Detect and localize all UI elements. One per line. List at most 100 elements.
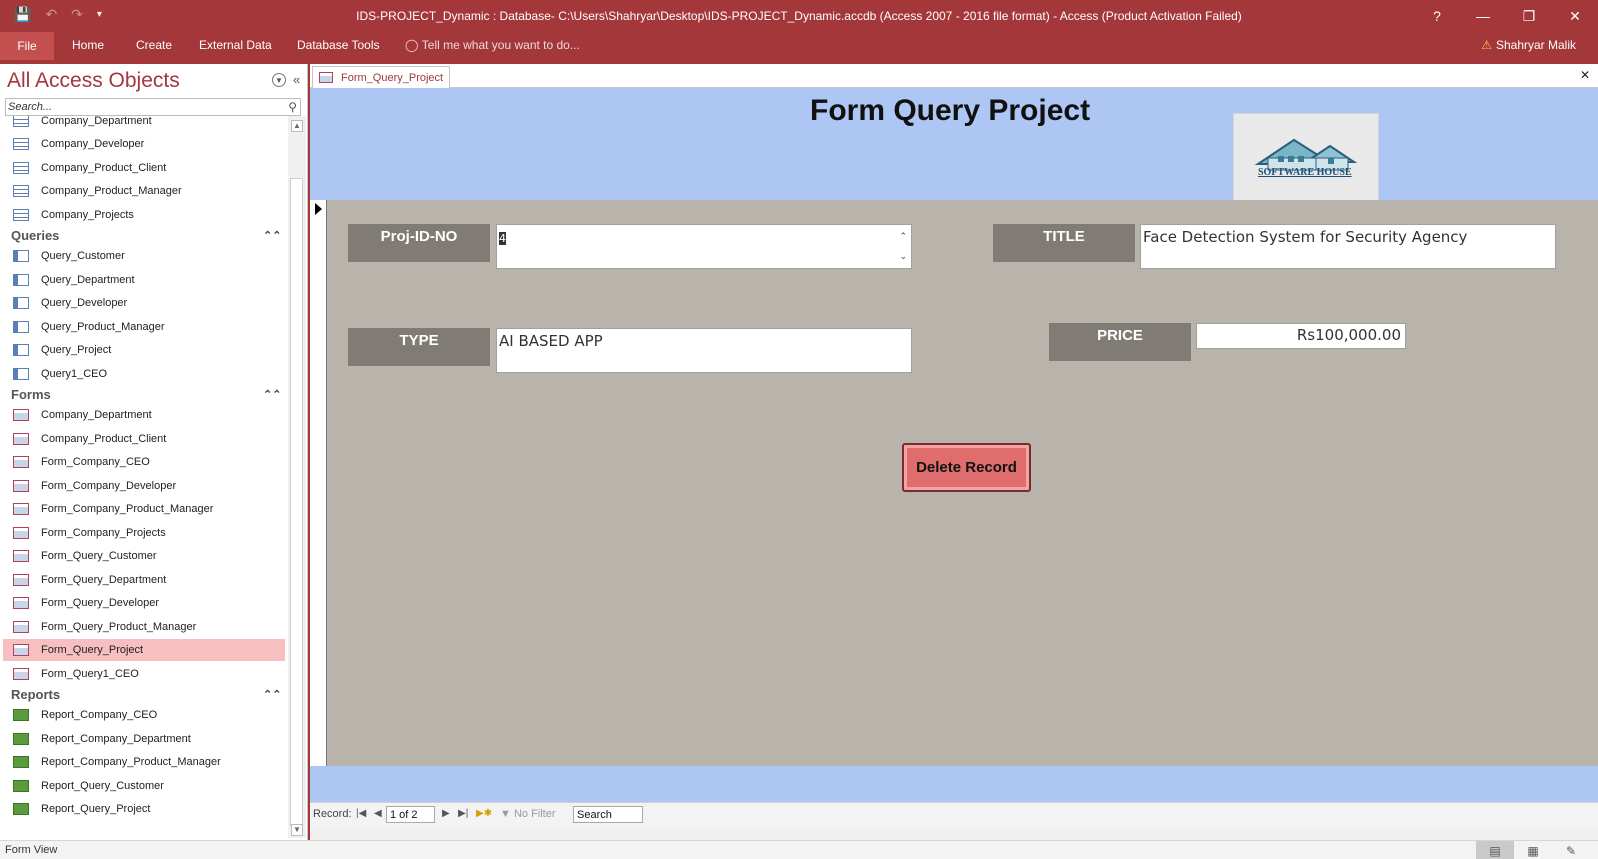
collapse-group-icon[interactable]: ⌃⌃ (263, 229, 281, 242)
nav-item-label: Form_Query_Department (41, 574, 167, 586)
price-field[interactable]: Rs100,000.00 (1196, 323, 1406, 349)
last-record-icon[interactable]: ▶| (458, 808, 468, 819)
collapse-group-icon[interactable]: ⌃⌃ (263, 688, 281, 701)
first-record-icon[interactable]: |◀ (356, 808, 366, 819)
nav-item-table[interactable]: Company_Product_Manager (3, 180, 285, 202)
layout-view-icon[interactable]: ▦ (1514, 841, 1552, 859)
nav-item-table[interactable]: Company_Product_Client (3, 157, 285, 179)
form-icon (13, 621, 29, 633)
scroll-down-icon[interactable]: ▼ (291, 824, 303, 836)
collapse-group-icon[interactable]: ⌃⌃ (263, 388, 281, 401)
form-icon (13, 668, 29, 680)
no-filter-label: No Filter (513, 808, 556, 820)
nav-item-report[interactable]: Report_Query_Customer (3, 775, 285, 797)
tab-database-tools[interactable]: Database Tools (297, 38, 380, 52)
nav-item-report[interactable]: Report_Company_CEO (3, 704, 285, 726)
nav-item-form[interactable]: Form_Company_Projects (3, 522, 285, 544)
nav-item-query[interactable]: Query_Department (3, 269, 285, 291)
design-view-icon[interactable]: ✎ (1552, 841, 1590, 859)
nav-group-queries[interactable]: Queries ⌃⌃ (3, 225, 285, 245)
user-name: Shahryar Malik (1495, 38, 1576, 52)
nav-search-placeholder: Search... (8, 101, 53, 113)
nav-item-table[interactable]: Company_Projects (3, 204, 285, 226)
current-record-input[interactable]: 1 of 2 (386, 806, 435, 823)
nav-group-forms[interactable]: Forms ⌃⌃ (3, 384, 285, 404)
nav-item-form[interactable]: Form_Company_Product_Manager (3, 498, 285, 520)
nav-item-label: Query1_CEO (41, 368, 108, 380)
no-filter-button[interactable]: ▼ No Filter (500, 808, 556, 820)
record-selector[interactable] (310, 200, 327, 766)
delete-record-button[interactable]: Delete Record (902, 443, 1031, 492)
nav-item-table[interactable]: Company_Developer (3, 133, 285, 155)
nav-item-label: Company_Product_Client (41, 162, 167, 174)
form-icon (13, 644, 29, 656)
record-search-input[interactable]: Search (573, 806, 643, 823)
nav-item-query[interactable]: Query_Product_Manager (3, 316, 285, 338)
nav-item-form[interactable]: Company_Department (3, 404, 285, 426)
nav-item-form[interactable]: Form_Query_Developer (3, 592, 285, 614)
nav-item-label: Form_Query_Product_Manager (41, 621, 197, 633)
form-icon (13, 433, 29, 445)
nav-item-label: Query_Department (41, 274, 135, 286)
table-icon (13, 209, 29, 221)
window-title: IDS-PROJECT_Dynamic : Database- C:\Users… (356, 9, 1242, 23)
nav-item-form[interactable]: Form_Query_Product_Manager (3, 616, 285, 638)
restore-button[interactable]: ❐ (1506, 0, 1552, 32)
nav-item-query[interactable]: Query_Project (3, 339, 285, 361)
warning-icon: ⚠ (1481, 38, 1492, 52)
ribbon-tabs: File Home Create External Data Database … (0, 32, 1598, 60)
nav-item-query[interactable]: Query_Developer (3, 292, 285, 314)
nav-item-label: Report_Query_Customer (41, 780, 164, 792)
tab-home[interactable]: Home (72, 38, 104, 52)
close-document-icon[interactable]: ✕ (1580, 68, 1590, 82)
nav-item-form[interactable]: Form_Company_Developer (3, 475, 285, 497)
form-view-icon[interactable]: ▤ (1476, 841, 1514, 859)
nav-header: All Access Objects ▼ « (0, 64, 307, 98)
report-icon (13, 756, 29, 768)
tab-form-query-project[interactable]: Form_Query_Project (312, 66, 450, 88)
scroll-thumb[interactable] (290, 178, 303, 826)
chevron-down-icon[interactable]: ▼ (272, 73, 286, 87)
nav-item-form[interactable]: Form_Query1_CEO (3, 663, 285, 685)
minimize-button[interactable]: — (1460, 0, 1506, 32)
nav-item-form[interactable]: Form_Query_Department (3, 569, 285, 591)
tell-me-box[interactable]: ◯ Tell me what you want to do... (405, 38, 580, 52)
nav-search-input[interactable]: Search... ⚲ (5, 98, 301, 116)
nav-group-reports[interactable]: Reports ⌃⌃ (3, 684, 285, 704)
new-record-icon[interactable]: ▶✱ (476, 808, 492, 819)
status-text: Form View (5, 844, 58, 856)
nav-item-report[interactable]: Report_Company_Department (3, 728, 285, 750)
help-button[interactable]: ? (1414, 0, 1460, 32)
nav-item-form[interactable]: Form_Query_Customer (3, 545, 285, 567)
title-value: Face Detection System for Security Agenc… (1143, 228, 1468, 246)
type-field[interactable]: AI BASED APP (496, 328, 912, 373)
horizontal-scrollbar[interactable] (310, 826, 1598, 840)
nav-item-label: Company_Product_Client (41, 433, 167, 445)
search-icon[interactable]: ⚲ (288, 100, 297, 114)
nav-scrollbar[interactable]: ▲ ▼ (288, 116, 306, 838)
nav-item-label: Query_Developer (41, 297, 128, 309)
nav-item-query[interactable]: Query1_CEO (3, 363, 285, 385)
nav-item-table[interactable]: Company_Department (3, 116, 285, 132)
nav-item-form[interactable]: Company_Product_Client (3, 428, 285, 450)
nav-title[interactable]: All Access Objects (7, 69, 180, 93)
collapse-pane-icon[interactable]: « (293, 72, 300, 87)
group-label: Forms (11, 386, 51, 402)
nav-item-form-selected[interactable]: Form_Query_Project (3, 639, 285, 661)
close-button[interactable]: ✕ (1552, 0, 1598, 32)
tab-file[interactable]: File (0, 32, 54, 60)
nav-item-label: Form_Company_CEO (41, 456, 150, 468)
proj-id-field[interactable]: 4 ⌃ ⌄ (496, 224, 912, 269)
nav-item-query[interactable]: Query_Customer (3, 245, 285, 267)
user-account[interactable]: ⚠ Shahryar Malik (1481, 38, 1576, 52)
tab-create[interactable]: Create (136, 38, 172, 52)
previous-record-icon[interactable]: ◀ (374, 808, 382, 819)
nav-item-form[interactable]: Form_Company_CEO (3, 451, 285, 473)
next-record-icon[interactable]: ▶ (442, 808, 450, 819)
scroll-arrows-icon[interactable]: ⌃ ⌄ (899, 227, 907, 267)
tab-external-data[interactable]: External Data (199, 38, 272, 52)
nav-item-report[interactable]: Report_Company_Product_Manager (3, 751, 285, 773)
nav-item-report[interactable]: Report_Query_Project (3, 798, 285, 820)
title-field[interactable]: Face Detection System for Security Agenc… (1140, 224, 1556, 269)
scroll-up-icon[interactable]: ▲ (291, 120, 303, 132)
